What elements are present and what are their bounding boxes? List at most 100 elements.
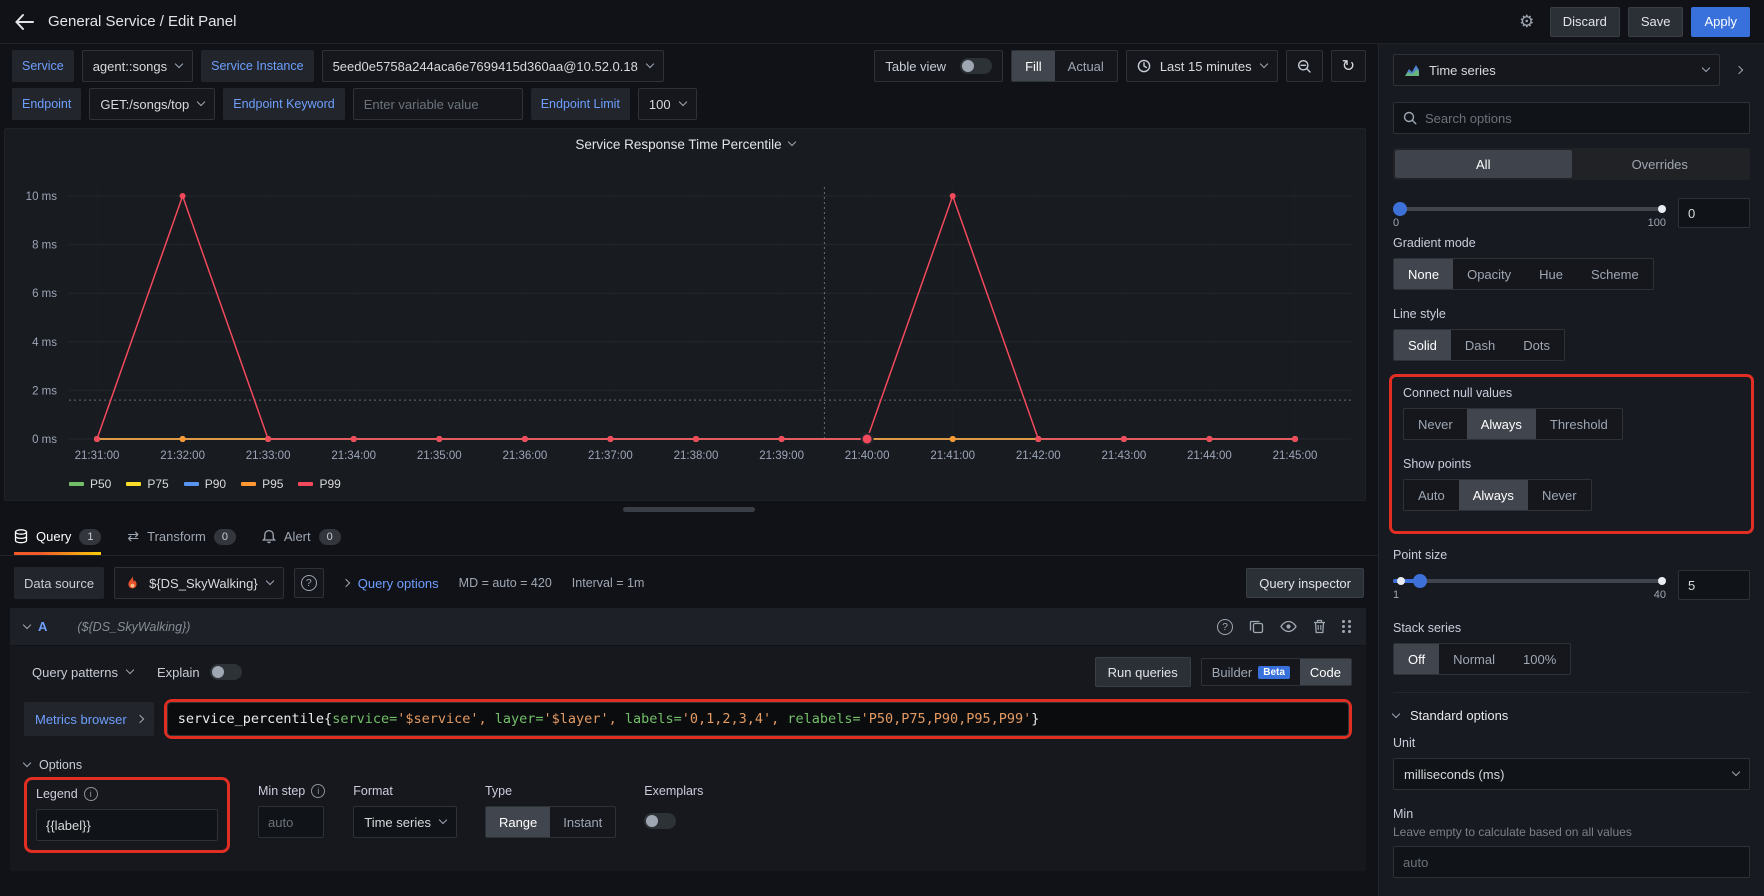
query-inspector-button[interactable]: Query inspector (1246, 568, 1364, 598)
refresh-icon (1342, 56, 1355, 76)
tab-all[interactable]: All (1395, 150, 1572, 178)
query-options-toggle[interactable]: Query options (342, 576, 439, 591)
service-instance-variable-select[interactable]: 5eed0e5758a244aca6e7699415d360aa@10.52.0… (322, 50, 664, 82)
min-step-field: Min step (258, 784, 325, 838)
collapse-options-pane-button[interactable] (1726, 54, 1750, 86)
trash-icon[interactable] (1313, 619, 1326, 634)
fill-opacity-value[interactable]: 0 (1678, 198, 1750, 228)
builder-mode-option[interactable]: Builder Beta (1202, 659, 1300, 685)
endpoint-limit-select[interactable]: 100 (638, 88, 697, 120)
query-patterns-dropdown[interactable]: Query patterns (32, 665, 133, 680)
alert-count-badge: 0 (319, 529, 341, 545)
stack-normal-option[interactable]: Normal (1439, 644, 1509, 674)
options-search-input[interactable] (1425, 111, 1740, 126)
datasource-help-button[interactable] (294, 568, 324, 598)
metrics-browser-button[interactable]: Metrics browser (24, 702, 154, 736)
gradient-hue-option[interactable]: Hue (1525, 259, 1577, 289)
drag-handle-icon[interactable] (1342, 620, 1352, 633)
chart-svg: 0 ms2 ms4 ms6 ms8 ms10 ms21:31:0021:32:0… (11, 159, 1357, 471)
info-icon (311, 784, 325, 798)
line-solid-option[interactable]: Solid (1394, 330, 1451, 360)
tab-query[interactable]: Query 1 (14, 518, 101, 555)
gradient-none-option[interactable]: None (1394, 259, 1453, 289)
points-auto-option[interactable]: Auto (1404, 480, 1459, 510)
duplicate-icon[interactable] (1249, 619, 1264, 634)
legend-item-P99[interactable]: P99 (298, 477, 340, 491)
panel-title[interactable]: Service Response Time Percentile (5, 129, 1365, 159)
exemplars-toggle[interactable] (644, 813, 676, 829)
datasource-select[interactable]: ${DS_SkyWalking} (114, 567, 284, 599)
actual-option[interactable]: Actual (1055, 51, 1117, 81)
legend-annotation-box: Legend (24, 777, 230, 853)
query-options-section-toggle[interactable]: Options (10, 742, 1366, 782)
legend-item-P75[interactable]: P75 (126, 477, 168, 491)
point-size-value[interactable]: 5 (1678, 570, 1750, 600)
format-select[interactable]: Time series (353, 806, 457, 838)
tab-transform[interactable]: Transform 0 (127, 518, 235, 555)
svg-text:21:44:00: 21:44:00 (1187, 450, 1232, 462)
run-queries-button[interactable]: Run queries (1095, 657, 1191, 687)
svg-text:0 ms: 0 ms (32, 434, 57, 446)
database-icon (14, 529, 28, 544)
legend-input[interactable] (36, 809, 218, 841)
line-dots-option[interactable]: Dots (1509, 330, 1564, 360)
question-mark-icon (301, 575, 317, 591)
query-row-header[interactable]: A (${DS_SkyWalking}) (10, 608, 1366, 646)
svg-text:10 ms: 10 ms (26, 191, 58, 203)
stack-100-option[interactable]: 100% (1509, 644, 1570, 674)
panel-settings-button[interactable] (1512, 7, 1542, 37)
code-mode-option[interactable]: Code (1300, 659, 1351, 685)
help-icon[interactable] (1217, 619, 1233, 635)
legend-item-P90[interactable]: P90 (184, 477, 226, 491)
slider-handle[interactable] (1413, 574, 1427, 588)
discard-button[interactable]: Discard (1550, 7, 1620, 37)
stack-off-option[interactable]: Off (1394, 644, 1439, 674)
save-button[interactable]: Save (1628, 7, 1684, 37)
eye-icon[interactable] (1280, 620, 1297, 633)
connect-never-option[interactable]: Never (1404, 409, 1467, 439)
time-range-picker[interactable]: Last 15 minutes (1126, 50, 1278, 82)
connect-always-option[interactable]: Always (1467, 409, 1536, 439)
tab-alert[interactable]: Alert 0 (262, 518, 341, 555)
table-view-toggle[interactable] (960, 58, 992, 74)
explain-toggle[interactable] (210, 664, 242, 680)
legend-item-P95[interactable]: P95 (241, 477, 283, 491)
query-datasource-hint: (${DS_SkyWalking}) (77, 620, 190, 634)
type-instant-option[interactable]: Instant (550, 807, 615, 837)
points-always-option[interactable]: Always (1459, 480, 1528, 510)
nav-actions: Discard Save Apply (1512, 7, 1750, 37)
unit-select[interactable]: milliseconds (ms) (1393, 758, 1750, 790)
panel-resize-handle[interactable] (623, 507, 755, 512)
slider-handle[interactable] (1393, 202, 1407, 216)
fill-option[interactable]: Fill (1012, 51, 1055, 81)
zoom-out-button[interactable] (1286, 50, 1323, 82)
points-never-option[interactable]: Never (1528, 480, 1591, 510)
beta-badge: Beta (1258, 666, 1290, 679)
format-label: Format (353, 784, 457, 798)
back-button[interactable] (14, 13, 34, 31)
min-input[interactable] (1393, 846, 1750, 878)
svg-text:8 ms: 8 ms (32, 240, 57, 252)
line-dash-option[interactable]: Dash (1451, 330, 1509, 360)
connect-threshold-option[interactable]: Threshold (1536, 409, 1622, 439)
gradient-scheme-option[interactable]: Scheme (1577, 259, 1653, 289)
visualization-select[interactable]: Time series (1393, 54, 1720, 86)
page-title: General Service / Edit Panel (48, 13, 236, 30)
chevron-down-icon (787, 138, 795, 146)
type-range-option[interactable]: Range (486, 807, 550, 837)
refresh-button[interactable] (1331, 50, 1366, 82)
service-variable-select[interactable]: agent::songs (82, 50, 193, 82)
tab-overrides[interactable]: Overrides (1572, 150, 1749, 178)
min-step-input[interactable] (258, 806, 324, 838)
promql-expression-input[interactable]: service_percentile{service='$service', l… (167, 702, 1349, 736)
standard-options-section-toggle[interactable]: Standard options (1393, 692, 1750, 736)
gradient-opacity-option[interactable]: Opacity (1453, 259, 1525, 289)
chevron-down-icon (126, 666, 134, 674)
fill-opacity-slider[interactable]: 0 100 (1393, 198, 1666, 232)
point-size-slider[interactable]: 1 40 (1393, 570, 1666, 604)
apply-button[interactable]: Apply (1691, 7, 1750, 37)
endpoint-variable-select[interactable]: GET:/songs/top (89, 88, 215, 120)
variables-row-2: Endpoint GET:/songs/top Endpoint Keyword… (0, 84, 1378, 124)
legend-item-P50[interactable]: P50 (69, 477, 111, 491)
endpoint-keyword-input[interactable] (353, 88, 523, 120)
